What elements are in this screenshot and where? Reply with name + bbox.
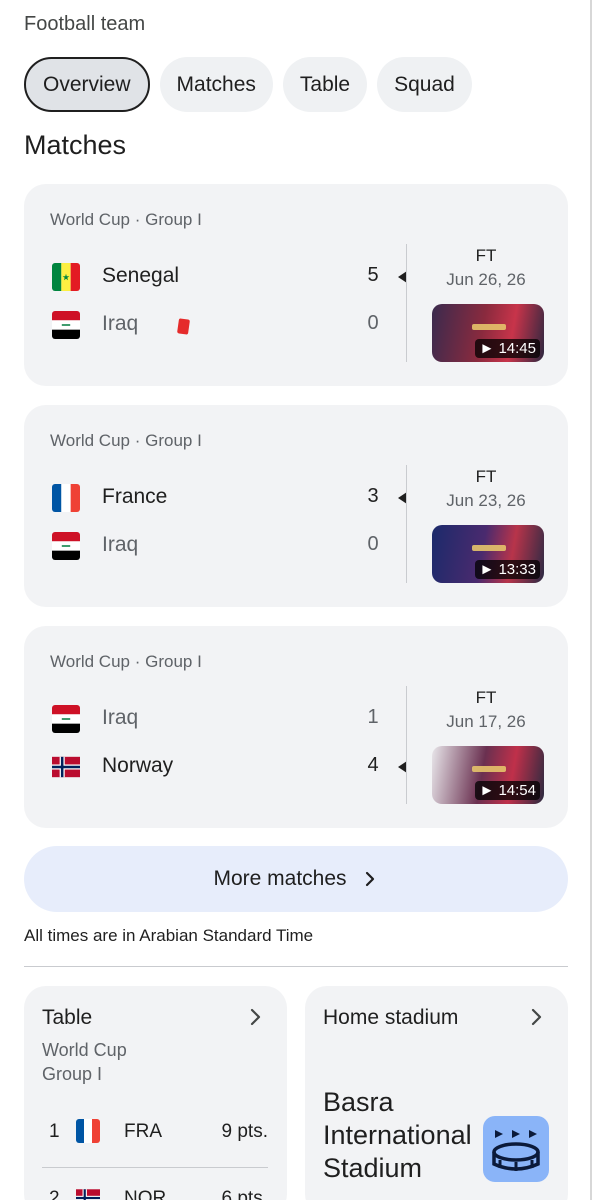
- match-date: Jun 17, 26: [446, 712, 526, 731]
- timezone-note: All times are in Arabian Standard Time: [24, 926, 314, 945]
- chevron-right-icon: [365, 871, 374, 887]
- iraq-flag-icon: [52, 705, 80, 733]
- team-score: 0: [367, 533, 379, 555]
- stadium-card-title: Home stadium: [323, 1006, 459, 1029]
- highlights-video-thumbnail[interactable]: ► 14:54: [432, 746, 544, 804]
- tab-matches[interactable]: Matches: [159, 57, 273, 112]
- video-duration: ► 14:54: [475, 781, 540, 800]
- match-status: FT: [475, 246, 497, 265]
- tab-overview[interactable]: Overview: [24, 57, 150, 112]
- norway-flag-icon: [52, 753, 80, 781]
- tab-squad[interactable]: Squad: [377, 57, 472, 112]
- highlights-banner: [472, 545, 506, 551]
- highlights-banner: [472, 324, 506, 330]
- match-status: FT: [475, 688, 497, 707]
- iraq-flag-icon: [52, 532, 80, 560]
- standing-position: 1: [49, 1121, 60, 1142]
- entity-subtitle: Football team: [24, 13, 146, 35]
- team-name: France: [102, 485, 168, 508]
- match-competition: World Cup · Group I: [50, 431, 202, 450]
- team-row: Senegal 5: [50, 260, 410, 296]
- divider: [24, 966, 568, 967]
- team-name: Senegal: [102, 264, 180, 287]
- table-card-title: Table: [42, 1006, 93, 1029]
- match-date: Jun 26, 26: [446, 270, 526, 289]
- highlights-banner: [472, 766, 506, 772]
- team-code: FRA: [124, 1121, 162, 1142]
- tab-table[interactable]: Table: [282, 57, 368, 112]
- matches-heading: Matches: [24, 130, 127, 160]
- match-card[interactable]: World Cup · Group I France 3 Iraq 0 FT J…: [24, 405, 568, 607]
- standings-row: 2 NOR 6 pts.: [42, 1183, 268, 1200]
- team-name: Iraq: [102, 706, 139, 729]
- standings-row: 1 FRA 9 pts.: [42, 1116, 268, 1150]
- stadium-icon: [483, 1116, 549, 1182]
- match-competition: World Cup · Group I: [50, 210, 202, 229]
- divider: [42, 1167, 268, 1168]
- team-score: 0: [367, 312, 379, 334]
- team-row: Iraq 0: [50, 308, 410, 344]
- team-name: Norway: [102, 754, 174, 777]
- video-duration: ► 14:45: [475, 339, 540, 358]
- match-competition: World Cup · Group I: [50, 652, 202, 671]
- team-name: Iraq: [102, 533, 139, 556]
- team-points: 6 pts.: [221, 1188, 268, 1200]
- video-duration-text: 14:54: [498, 782, 536, 799]
- senegal-flag-icon: [52, 263, 80, 291]
- divider: [406, 244, 407, 362]
- france-flag-icon: [76, 1119, 100, 1143]
- team-score: 4: [367, 754, 379, 776]
- team-score: 5: [367, 264, 379, 286]
- iraq-flag-icon: [52, 311, 80, 339]
- divider: [406, 686, 407, 804]
- team-score: 3: [367, 485, 379, 507]
- tab-bar: Overview Matches Table Squad: [24, 57, 472, 112]
- highlights-video-thumbnail[interactable]: ► 14:45: [432, 304, 544, 362]
- team-row: Iraq 1: [50, 702, 410, 738]
- team-row: Norway 4: [50, 750, 410, 786]
- chevron-right-icon: [250, 1008, 261, 1026]
- table-card-subtitle: World Cup Group I: [42, 1040, 127, 1084]
- team-row: Iraq 0: [50, 529, 410, 565]
- match-status: FT: [475, 467, 497, 486]
- more-matches-button[interactable]: More matches: [24, 846, 568, 912]
- france-flag-icon: [52, 484, 80, 512]
- chevron-right-icon: [531, 1008, 542, 1026]
- team-code: NOR: [124, 1188, 167, 1200]
- team-points: 9 pts.: [221, 1121, 268, 1142]
- match-date: Jun 23, 26: [446, 491, 526, 510]
- team-name: Iraq: [102, 312, 139, 335]
- highlights-video-thumbnail[interactable]: ► 13:33: [432, 525, 544, 583]
- team-row: France 3: [50, 481, 410, 517]
- team-score: 1: [367, 706, 379, 728]
- video-duration-text: 13:33: [498, 561, 536, 578]
- match-card[interactable]: World Cup · Group I Senegal 5 Iraq 0 FT …: [24, 184, 568, 386]
- video-duration-text: 14:45: [498, 340, 536, 357]
- match-card[interactable]: World Cup · Group I Iraq 1 Norway 4 FT J…: [24, 626, 568, 828]
- table-card[interactable]: Table World Cup Group I 1 FRA 9 pts. 2 N…: [24, 986, 287, 1200]
- home-stadium-card[interactable]: Home stadium Basra International Stadium: [305, 986, 568, 1200]
- red-card-icon: [177, 318, 190, 335]
- stadium-name: Basra International Stadium: [323, 1087, 472, 1183]
- norway-flag-icon: [76, 1186, 100, 1200]
- standing-position: 2: [49, 1188, 60, 1200]
- more-matches-label: More matches: [213, 867, 347, 890]
- video-duration: ► 13:33: [475, 560, 540, 579]
- divider: [406, 465, 407, 583]
